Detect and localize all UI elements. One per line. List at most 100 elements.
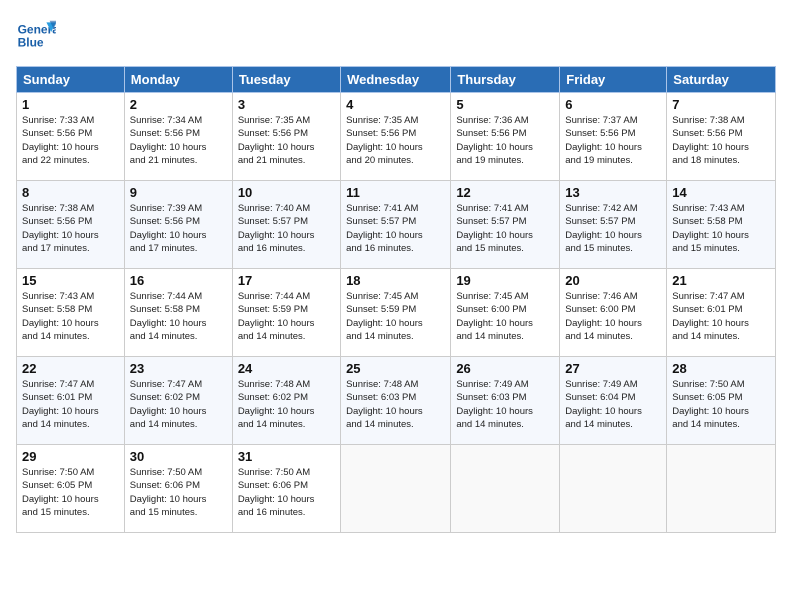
calendar-cell: 10 Sunrise: 7:40 AM Sunset: 5:57 PM Dayli… (232, 181, 340, 269)
day-info: Sunrise: 7:41 AM Sunset: 5:57 PM Dayligh… (346, 202, 445, 255)
calendar-cell: 31Sunrise: 7:50 AM Sunset: 6:06 PM Dayli… (232, 445, 340, 533)
day-info: Sunrise: 7:38 AM Sunset: 5:56 PM Dayligh… (672, 114, 770, 167)
day-number: 15 (22, 273, 119, 288)
calendar-cell (667, 445, 776, 533)
calendar-container: General Blue SundayMondayTuesdayWednesda… (0, 0, 792, 612)
calendar-cell: 8 Sunrise: 7:38 AM Sunset: 5:56 PM Daylig… (17, 181, 125, 269)
calendar-cell: 20 Sunrise: 7:46 AM Sunset: 6:00 PM Dayli… (560, 269, 667, 357)
day-info: Sunrise: 7:49 AM Sunset: 6:04 PM Dayligh… (565, 378, 661, 431)
calendar-cell: 17 Sunrise: 7:44 AM Sunset: 5:59 PM Dayli… (232, 269, 340, 357)
calendar-cell: 29 Sunrise: 7:50 AM Sunset: 6:05 PM Dayli… (17, 445, 125, 533)
day-number: 13 (565, 185, 661, 200)
day-number: 8 (22, 185, 119, 200)
day-info: Sunrise: 7:43 AM Sunset: 5:58 PM Dayligh… (672, 202, 770, 255)
calendar-cell: 3Sunrise: 7:35 AM Sunset: 5:56 PM Daylig… (232, 93, 340, 181)
calendar-cell: 22 Sunrise: 7:47 AM Sunset: 6:01 PM Dayli… (17, 357, 125, 445)
day-info: Sunrise: 7:44 AM Sunset: 5:59 PM Dayligh… (238, 290, 335, 343)
svg-text:Blue: Blue (18, 35, 44, 49)
day-info: Sunrise: 7:47 AM Sunset: 6:01 PM Dayligh… (22, 378, 119, 431)
calendar-cell (560, 445, 667, 533)
day-info: Sunrise: 7:42 AM Sunset: 5:57 PM Dayligh… (565, 202, 661, 255)
calendar-week-1: 1 Sunrise: 7:33 AM Sunset: 5:56 PM Daylig… (17, 93, 776, 181)
calendar-cell: 2 Sunrise: 7:34 AM Sunset: 5:56 PM Daylig… (124, 93, 232, 181)
calendar-week-2: 8 Sunrise: 7:38 AM Sunset: 5:56 PM Daylig… (17, 181, 776, 269)
calendar-cell: 28 Sunrise: 7:50 AM Sunset: 6:05 PM Dayli… (667, 357, 776, 445)
day-info: Sunrise: 7:45 AM Sunset: 5:59 PM Dayligh… (346, 290, 445, 343)
calendar-cell: 27 Sunrise: 7:49 AM Sunset: 6:04 PM Dayli… (560, 357, 667, 445)
day-info: Sunrise: 7:48 AM Sunset: 6:02 PM Dayligh… (238, 378, 335, 431)
day-number: 30 (130, 449, 227, 464)
weekday-header-monday: Monday (124, 67, 232, 93)
calendar-cell: 19Sunrise: 7:45 AM Sunset: 6:00 PM Dayli… (451, 269, 560, 357)
calendar-cell: 16Sunrise: 7:44 AM Sunset: 5:58 PM Dayli… (124, 269, 232, 357)
header: General Blue (16, 16, 776, 56)
calendar-cell: 13 Sunrise: 7:42 AM Sunset: 5:57 PM Dayli… (560, 181, 667, 269)
weekday-header-sunday: Sunday (17, 67, 125, 93)
day-info: Sunrise: 7:50 AM Sunset: 6:05 PM Dayligh… (22, 466, 119, 519)
day-info: Sunrise: 7:50 AM Sunset: 6:06 PM Dayligh… (130, 466, 227, 519)
day-number: 27 (565, 361, 661, 376)
day-info: Sunrise: 7:38 AM Sunset: 5:56 PM Dayligh… (22, 202, 119, 255)
calendar-cell: 21Sunrise: 7:47 AM Sunset: 6:01 PM Dayli… (667, 269, 776, 357)
day-number: 12 (456, 185, 554, 200)
weekday-header-saturday: Saturday (667, 67, 776, 93)
day-info: Sunrise: 7:36 AM Sunset: 5:56 PM Dayligh… (456, 114, 554, 167)
day-info: Sunrise: 7:46 AM Sunset: 6:00 PM Dayligh… (565, 290, 661, 343)
calendar-cell: 5Sunrise: 7:36 AM Sunset: 5:56 PM Daylig… (451, 93, 560, 181)
calendar-header-row: SundayMondayTuesdayWednesdayThursdayFrid… (17, 67, 776, 93)
day-number: 20 (565, 273, 661, 288)
logo-icon: General Blue (16, 16, 56, 56)
day-info: Sunrise: 7:47 AM Sunset: 6:02 PM Dayligh… (130, 378, 227, 431)
day-number: 6 (565, 97, 661, 112)
calendar-cell: 4Sunrise: 7:35 AM Sunset: 5:56 PM Daylig… (341, 93, 451, 181)
calendar-cell: 18 Sunrise: 7:45 AM Sunset: 5:59 PM Dayli… (341, 269, 451, 357)
day-info: Sunrise: 7:49 AM Sunset: 6:03 PM Dayligh… (456, 378, 554, 431)
calendar-week-4: 22 Sunrise: 7:47 AM Sunset: 6:01 PM Dayli… (17, 357, 776, 445)
calendar-cell: 11Sunrise: 7:41 AM Sunset: 5:57 PM Dayli… (341, 181, 451, 269)
day-number: 24 (238, 361, 335, 376)
day-info: Sunrise: 7:43 AM Sunset: 5:58 PM Dayligh… (22, 290, 119, 343)
day-info: Sunrise: 7:48 AM Sunset: 6:03 PM Dayligh… (346, 378, 445, 431)
day-number: 1 (22, 97, 119, 112)
calendar-cell: 26Sunrise: 7:49 AM Sunset: 6:03 PM Dayli… (451, 357, 560, 445)
weekday-header-thursday: Thursday (451, 67, 560, 93)
day-number: 28 (672, 361, 770, 376)
calendar-cell: 9 Sunrise: 7:39 AM Sunset: 5:56 PM Daylig… (124, 181, 232, 269)
calendar-table: SundayMondayTuesdayWednesdayThursdayFrid… (16, 66, 776, 533)
calendar-cell: 7Sunrise: 7:38 AM Sunset: 5:56 PM Daylig… (667, 93, 776, 181)
day-info: Sunrise: 7:35 AM Sunset: 5:56 PM Dayligh… (346, 114, 445, 167)
calendar-cell: 25 Sunrise: 7:48 AM Sunset: 6:03 PM Dayli… (341, 357, 451, 445)
day-info: Sunrise: 7:39 AM Sunset: 5:56 PM Dayligh… (130, 202, 227, 255)
calendar-cell: 12 Sunrise: 7:41 AM Sunset: 5:57 PM Dayli… (451, 181, 560, 269)
day-info: Sunrise: 7:44 AM Sunset: 5:58 PM Dayligh… (130, 290, 227, 343)
day-number: 2 (130, 97, 227, 112)
day-number: 31 (238, 449, 335, 464)
day-number: 19 (456, 273, 554, 288)
weekday-header-tuesday: Tuesday (232, 67, 340, 93)
day-info: Sunrise: 7:34 AM Sunset: 5:56 PM Dayligh… (130, 114, 227, 167)
day-info: Sunrise: 7:33 AM Sunset: 5:56 PM Dayligh… (22, 114, 119, 167)
day-number: 21 (672, 273, 770, 288)
day-number: 23 (130, 361, 227, 376)
weekday-header-wednesday: Wednesday (341, 67, 451, 93)
day-number: 29 (22, 449, 119, 464)
day-number: 18 (346, 273, 445, 288)
day-info: Sunrise: 7:40 AM Sunset: 5:57 PM Dayligh… (238, 202, 335, 255)
calendar-cell: 24 Sunrise: 7:48 AM Sunset: 6:02 PM Dayli… (232, 357, 340, 445)
day-number: 3 (238, 97, 335, 112)
day-info: Sunrise: 7:41 AM Sunset: 5:57 PM Dayligh… (456, 202, 554, 255)
day-number: 25 (346, 361, 445, 376)
calendar-cell (451, 445, 560, 533)
calendar-cell (341, 445, 451, 533)
day-number: 17 (238, 273, 335, 288)
day-info: Sunrise: 7:50 AM Sunset: 6:05 PM Dayligh… (672, 378, 770, 431)
calendar-week-3: 15 Sunrise: 7:43 AM Sunset: 5:58 PM Dayli… (17, 269, 776, 357)
day-info: Sunrise: 7:37 AM Sunset: 5:56 PM Dayligh… (565, 114, 661, 167)
day-number: 22 (22, 361, 119, 376)
logo: General Blue (16, 16, 56, 56)
weekday-header-friday: Friday (560, 67, 667, 93)
day-number: 9 (130, 185, 227, 200)
calendar-cell: 6 Sunrise: 7:37 AM Sunset: 5:56 PM Daylig… (560, 93, 667, 181)
calendar-week-5: 29 Sunrise: 7:50 AM Sunset: 6:05 PM Dayli… (17, 445, 776, 533)
day-number: 10 (238, 185, 335, 200)
